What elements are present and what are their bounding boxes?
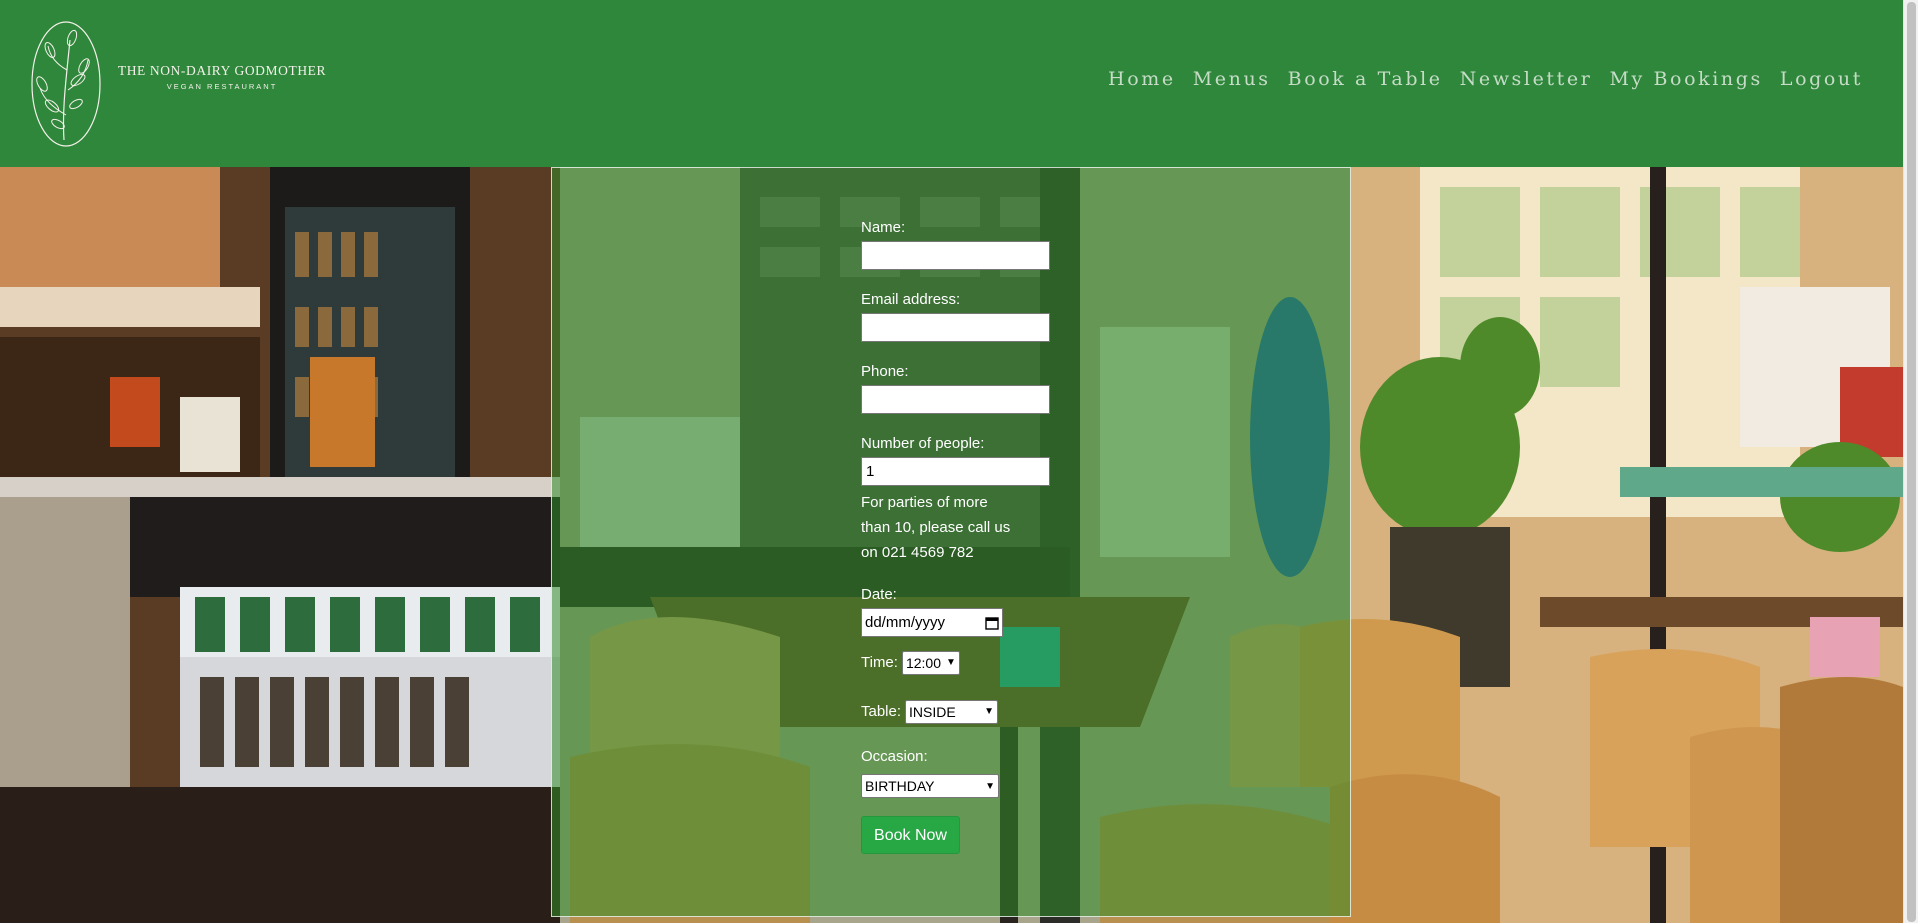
- name-label: Name:: [861, 219, 906, 236]
- chevron-down-icon: ▼: [985, 780, 995, 792]
- book-now-button[interactable]: Book Now: [861, 816, 960, 854]
- table-selected: INSIDE: [909, 703, 956, 720]
- nav-my-bookings[interactable]: My Bookings: [1609, 68, 1762, 90]
- page-scrollbar[interactable]: [1903, 0, 1918, 923]
- date-input[interactable]: dd/mm/yyyy: [861, 608, 1003, 637]
- main-nav: Home Menus Book a Table Newsletter My Bo…: [1108, 68, 1863, 90]
- occasion-label: Occasion:: [861, 748, 928, 765]
- people-label: Number of people:: [861, 435, 985, 452]
- time-label: Time:: [861, 654, 898, 671]
- nav-logout[interactable]: Logout: [1780, 68, 1863, 90]
- calendar-icon[interactable]: [985, 616, 999, 630]
- occasion-select[interactable]: BIRTHDAY ▼: [861, 774, 999, 798]
- phone-input[interactable]: [861, 385, 1050, 414]
- time-select[interactable]: 12:00 ▼: [901, 650, 960, 675]
- nav-book-a-table[interactable]: Book a Table: [1288, 68, 1443, 90]
- brand-name: THE NON-DAIRY GODMOTHER: [117, 63, 327, 78]
- people-input[interactable]: [861, 457, 1050, 486]
- email-label: Email address:: [861, 291, 961, 308]
- brand-logo[interactable]: THE NON-DAIRY GODMOTHER VEGAN RESTAURANT: [26, 20, 336, 148]
- email-input[interactable]: [861, 313, 1050, 342]
- large-party-note: For parties of more than 10, please call…: [861, 494, 1011, 561]
- time-row: Time: 12:00 ▼: [861, 649, 1061, 676]
- chevron-down-icon: ▼: [984, 706, 995, 717]
- phone-label: Phone:: [861, 363, 909, 380]
- date-label: Date:: [861, 586, 897, 603]
- date-placeholder: dd/mm/yyyy: [865, 614, 946, 631]
- table-label: Table:: [861, 703, 902, 720]
- chevron-down-icon: ▼: [946, 657, 956, 668]
- occasion-selected: BIRTHDAY: [865, 778, 935, 794]
- table-row: Table: INSIDE ▼: [861, 698, 1061, 725]
- time-selected: 12:00: [905, 654, 941, 671]
- nav-home[interactable]: Home: [1108, 68, 1176, 90]
- botanical-leaf-logo-icon: [31, 21, 101, 147]
- nav-newsletter[interactable]: Newsletter: [1460, 68, 1593, 90]
- booking-form: Name: Email address: Phone: Number of pe…: [861, 218, 1061, 854]
- site-header: THE NON-DAIRY GODMOTHER VEGAN RESTAURANT…: [0, 0, 1903, 167]
- scrollbar-thumb[interactable]: [1907, 2, 1916, 922]
- table-select[interactable]: INSIDE ▼: [905, 699, 999, 724]
- brand-tagline: VEGAN RESTAURANT: [166, 82, 278, 91]
- name-input[interactable]: [861, 241, 1050, 270]
- nav-menus[interactable]: Menus: [1193, 68, 1271, 90]
